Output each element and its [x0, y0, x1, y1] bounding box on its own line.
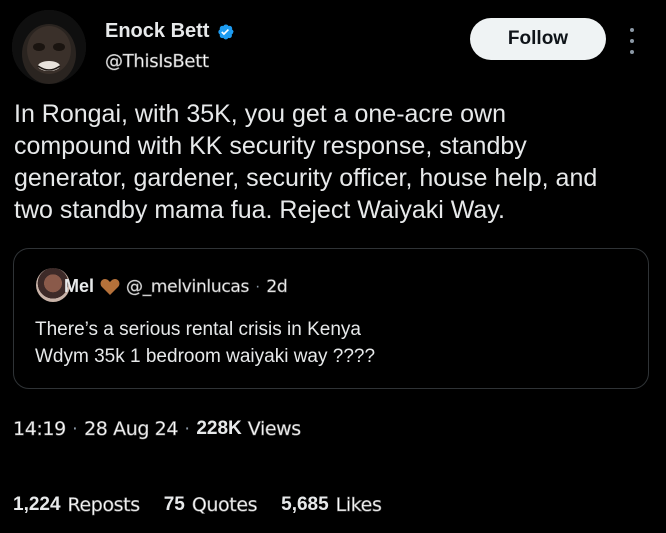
reposts-stat[interactable]: 1,224 Reposts: [13, 494, 140, 517]
quoted-tweet-text: There’s a serious rental crisis in Kenya…: [35, 319, 376, 367]
likes-count: 5,685: [281, 494, 329, 515]
more-dot: [630, 28, 634, 32]
author-name[interactable]: Enock Bett: [105, 20, 209, 43]
brown-heart-icon: [100, 278, 120, 295]
tweet-date[interactable]: 28 Aug 24: [84, 418, 179, 441]
more-dot: [630, 39, 634, 43]
author-name-row: Enock Bett: [105, 20, 235, 43]
quotes-count: 75: [163, 494, 185, 515]
tweet-meta: 14:19 · 28 Aug 24 · 228K Views: [13, 418, 302, 441]
quotes-stat[interactable]: 75 Quotes: [163, 494, 258, 517]
reposts-count: 1,224: [13, 494, 61, 515]
author-handle[interactable]: @ThisIsBett: [105, 51, 210, 73]
follow-button[interactable]: Follow: [470, 18, 606, 60]
views-count: 228K: [196, 418, 242, 439]
quoted-tweet-header: Mel @_melvinlucas · 2d: [64, 276, 288, 297]
more-dot: [630, 50, 634, 54]
quoted-author-name: Mel: [64, 276, 95, 296]
likes-label: Likes: [335, 494, 382, 517]
meta-separator: ·: [184, 418, 191, 439]
quoted-separator: ·: [255, 277, 261, 295]
author-avatar[interactable]: [12, 10, 86, 84]
more-vertical-icon[interactable]: [624, 26, 640, 56]
quoted-author-handle: @_melvinlucas: [126, 276, 250, 297]
verified-badge-icon: [218, 24, 235, 39]
quotes-label: Quotes: [191, 494, 258, 517]
quoted-timestamp: 2d: [266, 276, 288, 297]
reposts-label: Reposts: [67, 494, 140, 517]
views-label: Views: [247, 418, 301, 441]
tweet-text: In Rongai, with 35K, you get a one-acre …: [14, 100, 598, 224]
engagement-stats: 1,224 Reposts 75 Quotes 5,685 Likes: [13, 494, 405, 517]
meta-separator: ·: [71, 418, 79, 439]
tweet-time[interactable]: 14:19: [13, 418, 67, 441]
avatar-face-image: [12, 10, 86, 84]
likes-stat[interactable]: 5,685 Likes: [281, 494, 382, 517]
